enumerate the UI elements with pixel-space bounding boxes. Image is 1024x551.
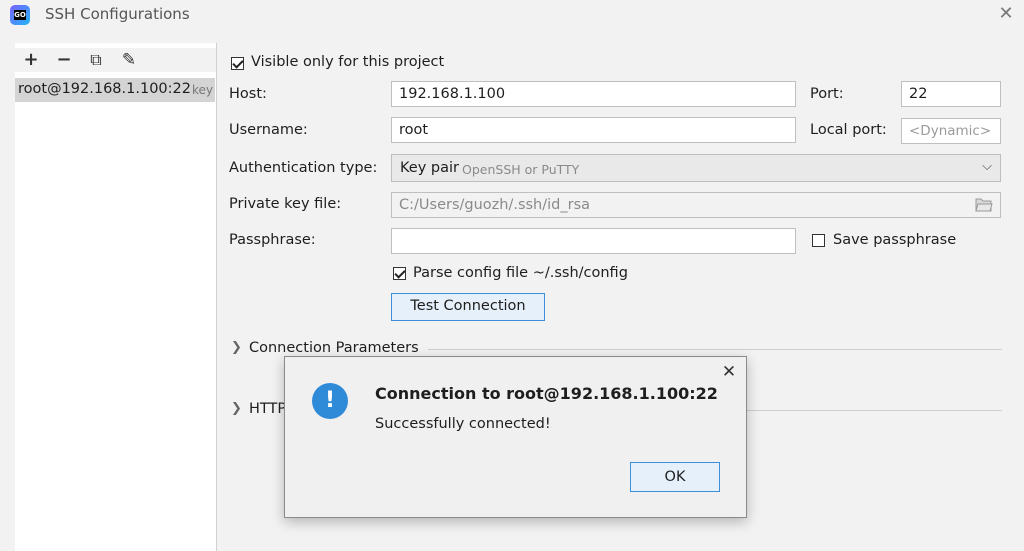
config-auth-tag: key bbox=[192, 83, 214, 97]
test-connection-button[interactable]: Test Connection bbox=[391, 293, 545, 321]
visible-only-label: Visible only for this project bbox=[251, 54, 445, 70]
config-list-panel bbox=[15, 43, 217, 551]
save-passphrase-label: Save passphrase bbox=[833, 232, 957, 248]
info-icon: ! bbox=[312, 383, 348, 419]
remove-icon[interactable]: − bbox=[53, 48, 75, 72]
local-port-label: Local port: bbox=[810, 122, 887, 138]
private-key-label: Private key file: bbox=[229, 196, 342, 212]
ok-button[interactable]: OK bbox=[630, 462, 720, 492]
passphrase-label: Passphrase: bbox=[229, 232, 316, 248]
port-label: Port: bbox=[810, 86, 844, 102]
chevron-right-icon[interactable]: ❯ bbox=[231, 340, 242, 355]
app-icon-text: GO bbox=[14, 10, 26, 20]
window-title: SSH Configurations bbox=[45, 5, 190, 23]
host-label: Host: bbox=[229, 86, 267, 102]
auth-type-value: Key pair bbox=[400, 160, 459, 176]
private-key-input[interactable]: C:/Users/guozh/.ssh/id_rsa bbox=[391, 192, 1001, 218]
local-port-input[interactable]: <Dynamic> bbox=[901, 118, 1001, 144]
port-input[interactable]: 22 bbox=[901, 81, 1001, 107]
auth-type-hint: OpenSSH or PuTTY bbox=[462, 162, 580, 177]
dialog-close-icon[interactable]: ✕ bbox=[719, 362, 739, 382]
parse-config-checkbox[interactable] bbox=[393, 267, 406, 280]
username-label: Username: bbox=[229, 122, 308, 138]
connection-result-dialog bbox=[284, 356, 747, 518]
host-input[interactable]: 192.168.1.100 bbox=[391, 81, 796, 107]
copy-icon[interactable]: ⧉ bbox=[85, 48, 107, 72]
section-divider bbox=[428, 349, 1002, 350]
auth-type-select[interactable]: Key pair OpenSSH or PuTTY ⌵ bbox=[391, 154, 1001, 182]
edit-icon[interactable]: ✎ bbox=[118, 48, 140, 72]
visible-only-checkbox[interactable] bbox=[231, 57, 244, 70]
chevron-down-icon: ⌵ bbox=[982, 159, 992, 174]
save-passphrase-checkbox[interactable] bbox=[812, 234, 825, 247]
add-icon[interactable]: + bbox=[20, 48, 42, 72]
goland-logo-icon: GO bbox=[10, 5, 30, 25]
list-toolbar: + − ⧉ ✎ bbox=[15, 48, 216, 72]
passphrase-input[interactable] bbox=[391, 228, 796, 254]
window-close-icon[interactable]: ✕ bbox=[996, 4, 1016, 24]
chevron-right-icon[interactable]: ❯ bbox=[231, 401, 242, 416]
auth-type-label: Authentication type: bbox=[229, 160, 378, 176]
config-name: root@192.168.1.100:22 bbox=[18, 81, 191, 97]
folder-icon[interactable] bbox=[975, 197, 993, 212]
username-input[interactable]: root bbox=[391, 117, 796, 143]
http-section-header[interactable]: HTTP bbox=[249, 401, 286, 417]
dialog-message: Successfully connected! bbox=[375, 416, 551, 432]
config-list-item[interactable]: root@192.168.1.100:22 key bbox=[15, 78, 215, 102]
parse-config-label: Parse config file ~/.ssh/config bbox=[413, 265, 628, 281]
section-divider bbox=[746, 410, 1002, 411]
dialog-title: Connection to root@192.168.1.100:22 bbox=[375, 384, 718, 403]
connection-parameters-header[interactable]: Connection Parameters bbox=[249, 340, 419, 356]
